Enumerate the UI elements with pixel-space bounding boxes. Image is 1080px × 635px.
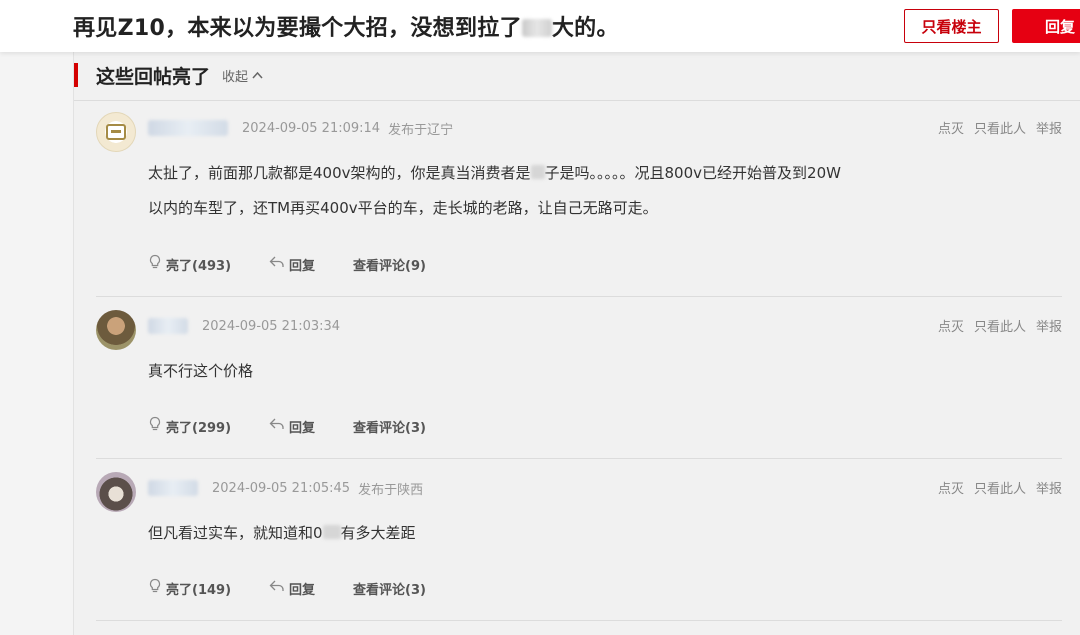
reply-arrow-icon	[269, 579, 285, 597]
comment-body: 但凡看过实车，就知道和0 有多大差距	[148, 516, 948, 551]
username-blurred[interactable]	[148, 480, 198, 496]
comment-text: 太扯了，前面那几款都是400v架构的，你是真当消费者是	[148, 164, 531, 182]
collapse-label: 收起	[222, 69, 249, 85]
like-button[interactable]: 亮了(149)	[148, 578, 231, 598]
report-button[interactable]: 举报	[1036, 118, 1062, 137]
comment-line: 以内的车型了，还TM再买400v平台的车，走长城的老路，让自己无路可走。	[148, 199, 658, 217]
comment-divider	[96, 620, 1062, 621]
comment-body: 太扯了，前面那几款都是400v架构的，你是真当消费者是 子是吗。。。。。况且800…	[148, 156, 948, 226]
reply-comment-button[interactable]: 回复	[269, 417, 315, 436]
dislike-button[interactable]: 点灭	[938, 316, 964, 335]
thread-title-part2: 大的。	[551, 16, 619, 41]
comment-location: 发布于陕西	[358, 482, 424, 498]
censored-text	[322, 525, 341, 539]
reply-label: 回复	[289, 258, 316, 274]
comment-time: 2024-09-05 21:03:34	[202, 318, 341, 334]
report-button[interactable]: 举报	[1036, 478, 1062, 497]
reply-arrow-icon	[269, 417, 285, 435]
dislike-button[interactable]: 点灭	[938, 118, 964, 137]
reply-arrow-icon	[269, 255, 285, 273]
censored-text	[530, 165, 545, 179]
reply-label: 回复	[289, 582, 316, 598]
comment-footer: 亮了(299) 回复 查看评论(3)	[148, 416, 464, 436]
comment-item: 2024-09-05 21:03:34 点灭 只看此人 举报 真不行这个价格 亮…	[96, 310, 1062, 460]
comment-location: 发布于辽宁	[388, 122, 454, 138]
like-button[interactable]: 亮了(493)	[148, 254, 231, 274]
thread-header: 再见Z10，本来以为要撮个大招，没想到拉了 大的。 只看楼主 回复	[0, 0, 1080, 52]
collapse-toggle[interactable]: 收起	[222, 66, 263, 85]
like-count: 亮了(493)	[166, 258, 232, 274]
view-comments-label: 查看评论(3)	[353, 582, 426, 598]
comment-meta: 2024-09-05 21:09:14 发布于辽宁	[148, 118, 453, 138]
like-button[interactable]: 亮了(299)	[148, 416, 231, 436]
highlight-replies-panel: 这些回帖亮了 收起 2024-09-05 21:09:14 发布于辽宁 点灭 只…	[73, 52, 1080, 635]
only-this-user-button[interactable]: 只看此人	[974, 118, 1026, 137]
lightbulb-icon	[148, 578, 162, 598]
view-comments-button[interactable]: 查看评论(3)	[353, 579, 426, 598]
section-divider	[74, 100, 1080, 101]
comment-text: 真不行这个价格	[148, 362, 254, 380]
only-this-user-button[interactable]: 只看此人	[974, 316, 1026, 335]
username-blurred[interactable]	[148, 120, 228, 136]
comment-actions: 点灭 只看此人 举报	[928, 478, 1062, 497]
reply-comment-button[interactable]: 回复	[269, 255, 315, 274]
comment-divider	[96, 458, 1062, 459]
view-comments-label: 查看评论(3)	[353, 420, 426, 436]
like-count: 亮了(149)	[166, 582, 232, 598]
view-comments-button[interactable]: 查看评论(9)	[353, 255, 426, 274]
lightbulb-icon	[148, 254, 162, 274]
comment-item: 2024-09-05 21:09:14 发布于辽宁 点灭 只看此人 举报 太扯了…	[96, 112, 1062, 292]
censored-text	[521, 19, 552, 37]
lightbulb-icon	[148, 416, 162, 436]
reply-comment-button[interactable]: 回复	[269, 579, 315, 598]
avatar[interactable]	[96, 112, 136, 152]
comment-text: 子是吗。。。。。况且800v已经开始普及到20W	[544, 164, 841, 182]
like-count: 亮了(299)	[166, 420, 232, 436]
section-header: 这些回帖亮了 收起	[74, 62, 263, 88]
comment-time: 2024-09-05 21:09:14	[242, 120, 381, 136]
view-comments-label: 查看评论(9)	[353, 258, 426, 274]
comment-time: 2024-09-05 21:05:45	[212, 480, 351, 496]
section-title: 这些回帖亮了	[96, 65, 211, 88]
comment-divider	[96, 296, 1062, 297]
comment-actions: 点灭 只看此人 举报	[928, 316, 1062, 335]
avatar[interactable]	[96, 472, 136, 512]
only-this-user-button[interactable]: 只看此人	[974, 478, 1026, 497]
comment-body: 真不行这个价格	[148, 354, 948, 389]
car-emblem-icon	[106, 124, 126, 140]
comment-text: 有多大差距	[340, 524, 416, 542]
report-button[interactable]: 举报	[1036, 316, 1062, 335]
only-op-button[interactable]: 只看楼主	[904, 9, 999, 43]
comment-line: 太扯了，前面那几款都是400v架构的，你是真当消费者是 子是吗。。。。。况且800…	[148, 156, 948, 191]
comment-item: 2024-09-05 21:05:45 发布于陕西 点灭 只看此人 举报 但凡看…	[96, 472, 1062, 622]
chevron-up-icon	[252, 68, 263, 82]
dislike-button[interactable]: 点灭	[938, 478, 964, 497]
thread-title-part1: 再见Z10，本来以为要撮个大招，没想到拉了	[73, 16, 522, 41]
comment-meta: 2024-09-05 21:03:34	[148, 316, 348, 336]
thread-title: 再见Z10，本来以为要撮个大招，没想到拉了 大的。	[73, 10, 619, 42]
comment-footer: 亮了(493) 回复 查看评论(9)	[148, 254, 464, 274]
comment-line: 但凡看过实车，就知道和0 有多大差距	[148, 516, 948, 551]
comment-actions: 点灭 只看此人 举报	[928, 118, 1062, 137]
section-accent-bar	[74, 63, 78, 87]
username-blurred[interactable]	[148, 318, 188, 334]
reply-button-label: 回复	[1045, 17, 1076, 36]
avatar[interactable]	[96, 310, 136, 350]
comment-meta: 2024-09-05 21:05:45 发布于陕西	[148, 478, 423, 498]
comment-text: 但凡看过实车，就知道和0	[148, 524, 323, 542]
comment-footer: 亮了(149) 回复 查看评论(3)	[148, 578, 464, 598]
view-comments-button[interactable]: 查看评论(3)	[353, 417, 426, 436]
reply-button[interactable]: 回复	[1012, 9, 1080, 43]
reply-label: 回复	[289, 420, 316, 436]
